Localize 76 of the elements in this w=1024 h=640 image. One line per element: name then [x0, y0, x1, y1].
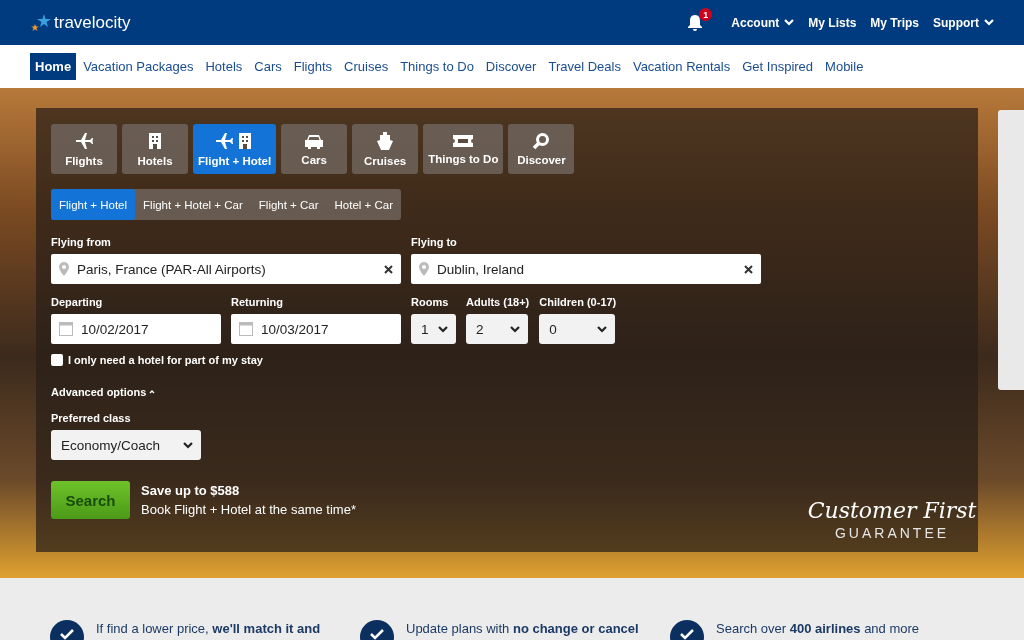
field-label: Departing [51, 296, 104, 308]
nav-link[interactable]: Travel Deals [543, 53, 626, 80]
calendar-icon [59, 322, 73, 336]
product-tab[interactable]: Hotels [122, 124, 188, 174]
promo-text: Book Flight + Hotel at the same time* [141, 502, 356, 517]
chevron-down-icon [784, 19, 795, 26]
package-tab[interactable]: Flight + Hotel [51, 189, 136, 220]
header-link[interactable]: My Trips [870, 15, 919, 30]
package-tab[interactable]: Hotel + Car [326, 189, 402, 220]
nav-link[interactable]: Vacation Packages [78, 53, 199, 80]
select-dropdown[interactable]: 0 [539, 314, 616, 344]
chevron-down-icon [510, 325, 520, 333]
benefit-text: Search over 400 airlines and more [716, 621, 920, 636]
location-pin-icon [59, 262, 69, 276]
product-tab[interactable]: Things to Do [423, 124, 504, 174]
nav-link[interactable]: Hotels [200, 53, 248, 80]
nav-link[interactable]: Home [30, 53, 77, 80]
nav-link[interactable]: Flights [288, 53, 338, 80]
chevron-down-icon [438, 325, 448, 333]
location-field[interactable]: Paris, France (PAR-All Airports) [51, 254, 401, 284]
chevron-down-icon [597, 325, 608, 333]
header-link[interactable]: Support [933, 15, 994, 30]
date-field[interactable]: 10/02/2017 [51, 314, 221, 344]
building-icon [146, 131, 164, 151]
field-label: Adults (18+) [466, 296, 530, 308]
airplane-icon [74, 131, 94, 151]
bell-icon[interactable] [687, 14, 704, 31]
select-dropdown[interactable]: Economy/Coach [51, 430, 201, 460]
product-tab[interactable]: Cars [281, 124, 348, 174]
nav-link[interactable]: Cruises [339, 53, 394, 80]
field-label: Rooms [411, 296, 450, 308]
chevron-down-icon [984, 19, 994, 26]
checkbox-label: I only need a hotel for part of my stay [68, 354, 263, 366]
promo-headline: Save up to $588 [141, 483, 241, 498]
car-icon [304, 132, 325, 150]
clear-icon[interactable] [384, 264, 393, 274]
nav-link[interactable]: Mobile [820, 53, 869, 80]
notification-badge: 1 [699, 8, 713, 21]
search-button[interactable]: Search [51, 481, 130, 519]
field-label: Children (0-17) [539, 296, 617, 308]
search-icon [532, 132, 551, 150]
advanced-options-toggle[interactable]: Advanced options [51, 386, 156, 398]
select-dropdown[interactable]: 1 [411, 314, 456, 344]
location-field[interactable]: Dublin, Ireland [411, 254, 761, 284]
guarantee-subtitle: GUARANTEE [834, 525, 950, 541]
date-field[interactable]: 10/03/2017 [231, 314, 401, 344]
field-label: Flying to [411, 236, 458, 248]
location-pin-icon [419, 262, 429, 276]
field-label: Returning [231, 296, 284, 308]
checkbox[interactable] [51, 354, 63, 366]
package-tab[interactable]: Flight + Car [250, 189, 327, 220]
header-link[interactable]: Account [731, 15, 795, 30]
ship-icon [376, 131, 395, 151]
nav-link[interactable]: Discover [480, 53, 542, 80]
product-tab[interactable]: Flights [51, 124, 117, 174]
guarantee-title: Customer First [807, 498, 977, 523]
ticket-icon [452, 133, 475, 149]
package-tab[interactable]: Flight + Hotel + Car [135, 189, 251, 220]
logo-wordmark[interactable]: travelocity [54, 12, 131, 33]
chevron-up-icon [149, 389, 156, 395]
nav-link[interactable]: Get Inspired [737, 53, 819, 80]
calendar-icon [239, 322, 253, 336]
field-label: Flying from [51, 236, 112, 248]
nav-link[interactable]: Things to Do [395, 53, 479, 80]
benefit-text: Update plans with no change or cancel [406, 621, 639, 636]
clear-icon[interactable] [744, 264, 753, 274]
product-tab[interactable]: Cruises [352, 124, 419, 174]
header-link[interactable]: My Lists [808, 15, 857, 30]
nav-link[interactable]: Vacation Rentals [627, 53, 736, 80]
nav-link[interactable]: Cars [249, 53, 287, 80]
field-label: Preferred class [51, 412, 132, 424]
select-dropdown[interactable]: 2 [466, 314, 528, 344]
product-tab[interactable]: Flight + Hotel [193, 124, 277, 174]
benefit-text: If find a lower price, we'll match it and [96, 621, 321, 636]
chevron-down-icon [183, 441, 193, 449]
product-tab[interactable]: Discover [508, 124, 575, 174]
